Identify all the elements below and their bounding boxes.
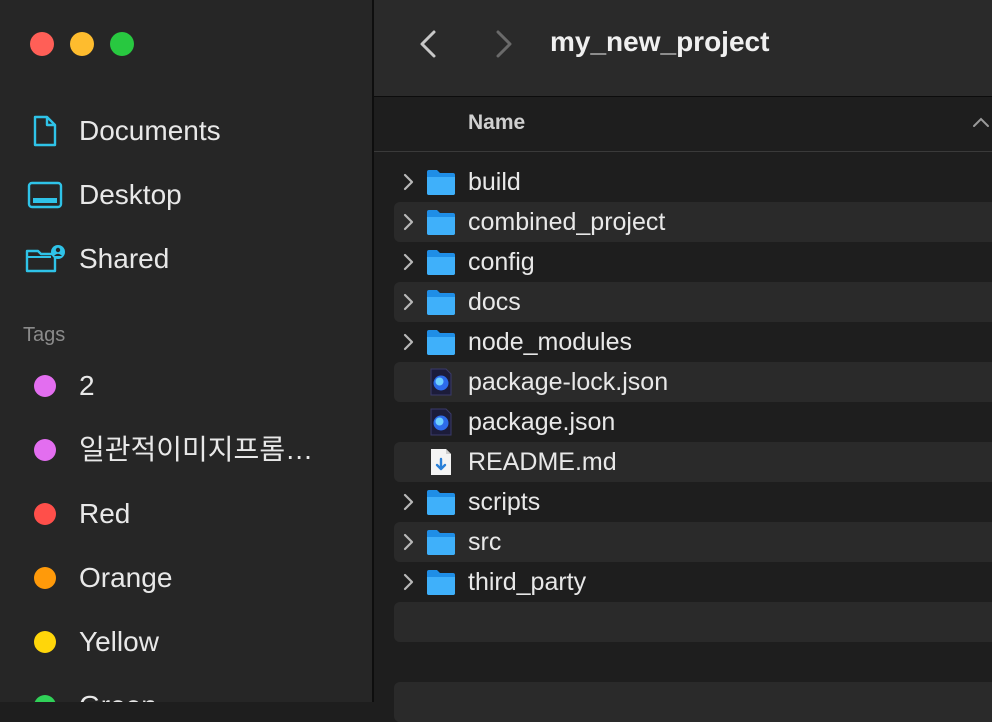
sidebar-item-documents[interactable]: Documents: [0, 105, 372, 155]
folder-icon: [427, 290, 455, 315]
tag-label: 일관적이미지프롬…: [79, 434, 314, 465]
forward-chevron-icon[interactable]: [486, 26, 520, 62]
file-name: README.md: [468, 448, 617, 476]
file-name: build: [468, 168, 521, 196]
list-item-package-json[interactable]: package.json: [394, 402, 992, 442]
empty-row: [394, 682, 992, 722]
disclosure-chevron-icon[interactable]: [402, 491, 416, 513]
list-item-build[interactable]: build: [394, 162, 992, 202]
disclosure-chevron-icon[interactable]: [402, 571, 416, 593]
sidebar-tag-korean[interactable]: 일관적이미지프롬…: [0, 425, 372, 475]
tag-label: Orange: [79, 562, 173, 593]
tag-label: Red: [79, 498, 131, 529]
toolbar: my_new_project: [374, 0, 992, 97]
folder-icon: [427, 170, 455, 195]
minimize-window-button[interactable]: [70, 32, 94, 56]
sidebar-item-label: Shared: [79, 243, 170, 274]
list-item-third-party[interactable]: third_party: [394, 562, 992, 602]
back-chevron-icon[interactable]: [412, 26, 446, 62]
shared-folder-icon: [25, 245, 65, 273]
file-name: package-lock.json: [468, 368, 669, 396]
json-file-icon: [430, 408, 452, 436]
tag-color-dot: [34, 375, 56, 397]
list-item-docs[interactable]: docs: [394, 282, 992, 322]
tags-section-title: Tags: [23, 324, 66, 346]
sort-ascending-icon: [973, 117, 989, 127]
tag-color-dot: [34, 503, 56, 525]
empty-row: [394, 642, 992, 682]
empty-row: [394, 602, 992, 642]
disclosure-chevron-icon[interactable]: [402, 291, 416, 313]
file-name: docs: [468, 288, 521, 316]
file-name: node_modules: [468, 328, 633, 356]
zoom-window-button[interactable]: [110, 32, 134, 56]
disclosure-chevron-icon[interactable]: [402, 331, 416, 353]
window-title: my_new_project: [550, 26, 770, 57]
sidebar-item-desktop[interactable]: Desktop: [0, 169, 372, 219]
close-window-button[interactable]: [30, 32, 54, 56]
tag-color-dot: [34, 631, 56, 653]
json-file-icon: [430, 368, 452, 396]
list-item-package-lock-json[interactable]: package-lock.json: [394, 362, 992, 402]
disclosure-chevron-icon[interactable]: [402, 251, 416, 273]
file-name: combined_project: [468, 208, 666, 236]
sidebar: Documents Desktop Shared Tags 2 일관적이미지프롬…: [0, 0, 372, 702]
column-header-name[interactable]: Name: [374, 97, 992, 152]
disclosure-chevron-icon[interactable]: [402, 171, 416, 193]
file-name: src: [468, 528, 502, 556]
file-list: build combined_project config docs node_…: [394, 162, 992, 722]
folder-icon: [427, 250, 455, 275]
list-item-node-modules[interactable]: node_modules: [394, 322, 992, 362]
folder-icon: [427, 330, 455, 355]
list-item-scripts[interactable]: scripts: [394, 482, 992, 522]
sidebar-item-label: Documents: [79, 115, 221, 146]
file-browser: my_new_project Name build combined_proje…: [374, 0, 992, 722]
column-header-label: Name: [468, 111, 526, 134]
folder-icon: [427, 530, 455, 555]
disclosure-chevron-icon[interactable]: [402, 531, 416, 553]
tag-color-dot: [34, 695, 56, 702]
list-item-config[interactable]: config: [394, 242, 992, 282]
folder-icon: [427, 570, 455, 595]
disclosure-chevron-icon[interactable]: [402, 211, 416, 233]
sidebar-tag-red[interactable]: Red: [0, 489, 372, 539]
markdown-file-icon: [431, 449, 451, 475]
tag-color-dot: [34, 439, 56, 461]
file-name: package.json: [468, 408, 616, 436]
folder-icon: [427, 490, 455, 515]
tag-label: Green: [79, 689, 157, 702]
document-icon: [33, 115, 57, 147]
list-item-combined-project[interactable]: combined_project: [394, 202, 992, 242]
sidebar-item-label: Desktop: [79, 179, 182, 210]
tag-color-dot: [34, 567, 56, 589]
file-name: third_party: [468, 568, 587, 596]
list-item-src[interactable]: src: [394, 522, 992, 562]
sidebar-tag-yellow[interactable]: Yellow: [0, 617, 372, 667]
tag-label: 2: [79, 370, 95, 401]
file-name: config: [468, 248, 535, 276]
sidebar-item-shared[interactable]: Shared: [0, 233, 372, 283]
sidebar-tag-2[interactable]: 2: [0, 361, 372, 411]
list-item-readme-md[interactable]: README.md: [394, 442, 992, 482]
tag-label: Yellow: [79, 626, 159, 657]
folder-icon: [427, 210, 455, 235]
file-name: scripts: [468, 488, 541, 516]
desktop-icon: [27, 181, 63, 209]
sidebar-tag-green[interactable]: Green: [0, 681, 372, 702]
sidebar-tag-orange[interactable]: Orange: [0, 553, 372, 603]
